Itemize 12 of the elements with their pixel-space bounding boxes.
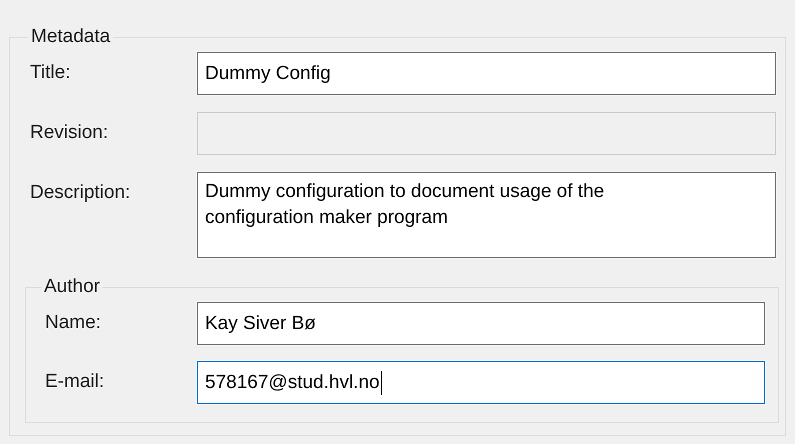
field-label: Revision: (30, 121, 110, 144)
field-label: Name: (45, 311, 102, 334)
field-label: Title: (30, 61, 72, 84)
group-title: Metadata (30, 26, 112, 48)
group-title: Author (43, 276, 101, 298)
field-label: Description: (30, 181, 132, 204)
input-field[interactable]: Dummy Config (197, 52, 776, 95)
input-field[interactable]: 578167@stud.hvl.no (197, 361, 765, 404)
input-field[interactable]: Kay Siver Bø (197, 302, 765, 345)
field-label: E-mail: (45, 370, 106, 393)
text-cursor (380, 370, 382, 394)
text-area[interactable]: Dummy configuration to document usage of the configuration maker program (197, 172, 776, 258)
